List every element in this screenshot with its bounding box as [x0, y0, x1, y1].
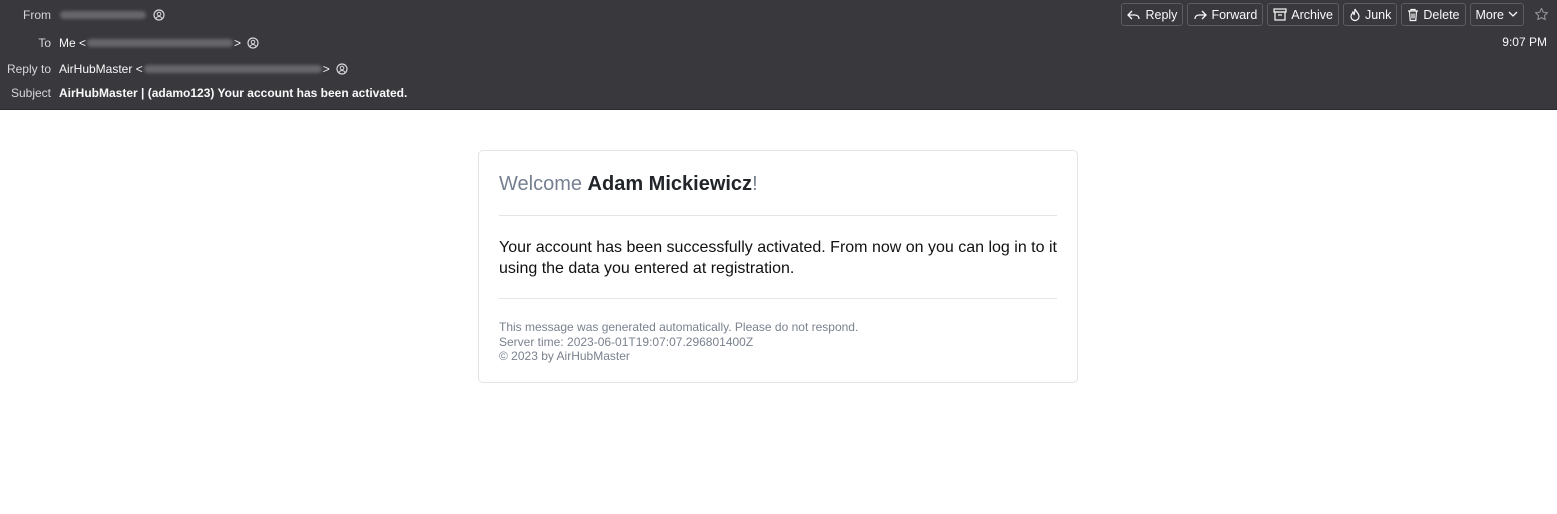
- contact-icon[interactable]: [153, 9, 165, 21]
- footer-auto-notice: This message was generated automatically…: [499, 320, 859, 334]
- reply-to-label: Reply to: [6, 62, 51, 76]
- message-header: From To Me < > Reply to AirHubMaster < >: [0, 0, 1557, 110]
- reply-to-row: Reply to AirHubMaster < >: [0, 60, 348, 78]
- to-value[interactable]: Me < >: [59, 36, 259, 50]
- junk-icon: [1350, 8, 1360, 21]
- from-row: From: [0, 6, 165, 24]
- to-name: Me <: [59, 36, 87, 50]
- redacted-email: [60, 11, 146, 19]
- reply-icon: [1127, 10, 1141, 19]
- user-name: Adam Mickiewicz: [587, 173, 753, 195]
- welcome-suffix: !: [752, 173, 758, 195]
- star-icon: [1534, 7, 1548, 21]
- reply-to-suffix: >: [322, 62, 330, 76]
- archive-button[interactable]: Archive: [1267, 3, 1339, 26]
- activation-message: Your account has been successfully activ…: [499, 239, 1057, 277]
- subject-row: Subject AirHubMaster | (adamo123) Your a…: [0, 84, 407, 102]
- reply-button[interactable]: Reply: [1121, 3, 1184, 26]
- contact-icon[interactable]: [247, 37, 259, 49]
- to-suffix: >: [234, 36, 242, 50]
- trash-icon: [1408, 8, 1419, 21]
- to-row: To Me < >: [0, 34, 259, 52]
- forward-label: Forward: [1211, 7, 1258, 22]
- to-label: To: [38, 36, 51, 50]
- welcome-prefix: Welcome: [499, 173, 588, 195]
- divider: [499, 215, 1057, 216]
- footer-copyright: © 2023 by AirHubMaster: [499, 349, 630, 363]
- star-button[interactable]: [1530, 4, 1552, 26]
- chevron-down-icon: [1508, 11, 1518, 17]
- message-time: 9:07 PM: [1502, 35, 1547, 49]
- welcome-heading: Welcome Adam Mickiewicz!: [499, 172, 1057, 196]
- contact-icon[interactable]: [336, 63, 348, 75]
- from-value[interactable]: [59, 9, 165, 21]
- subject-label: Subject: [10, 86, 51, 100]
- forward-button[interactable]: Forward: [1187, 3, 1264, 26]
- redacted-email: [143, 65, 322, 73]
- redacted-email: [87, 39, 234, 47]
- more-label: More: [1475, 7, 1504, 22]
- divider: [499, 298, 1057, 299]
- reply-label: Reply: [1145, 7, 1178, 22]
- reply-to-value[interactable]: AirHubMaster < >: [59, 62, 348, 76]
- message-toolbar: Reply Forward Archive Junk Delete More: [1121, 3, 1552, 26]
- email-footer: This message was generated automatically…: [499, 320, 1057, 364]
- delete-button[interactable]: Delete: [1401, 3, 1466, 26]
- from-label: From: [23, 8, 51, 22]
- footer-server-time: Server time: 2023-06-01T19:07:07.2968014…: [499, 334, 754, 349]
- archive-label: Archive: [1291, 7, 1333, 22]
- junk-label: Junk: [1364, 7, 1392, 22]
- delete-label: Delete: [1423, 7, 1460, 22]
- email-card: Welcome Adam Mickiewicz! Your account ha…: [478, 150, 1078, 383]
- forward-icon: [1194, 10, 1208, 19]
- junk-button[interactable]: Junk: [1342, 3, 1398, 26]
- archive-icon: [1273, 8, 1287, 21]
- subject-text: AirHubMaster | (adamo123) Your account h…: [59, 86, 408, 100]
- reply-to-name: AirHubMaster <: [59, 62, 143, 76]
- more-button[interactable]: More: [1469, 3, 1524, 26]
